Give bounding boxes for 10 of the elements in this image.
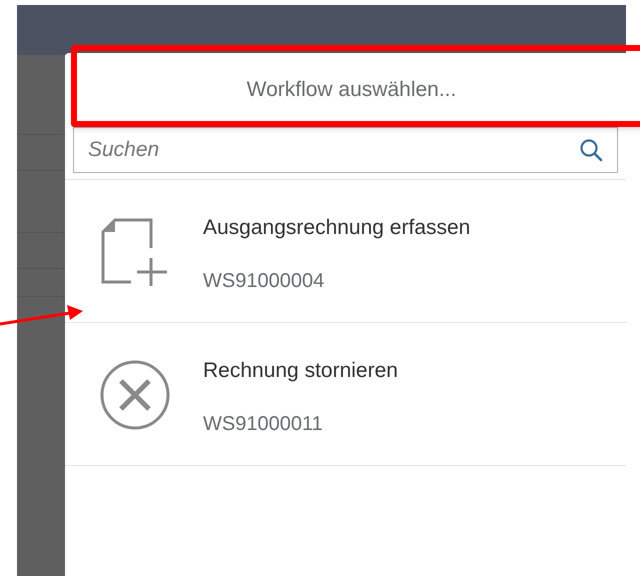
workflow-item[interactable]: Rechnung stornieren WS91000011 (65, 323, 626, 466)
search-icon[interactable] (578, 137, 604, 163)
cancel-icon (99, 359, 171, 431)
workflow-title: Ausgangsrechnung erfassen (203, 215, 470, 241)
workflow-title: Rechnung stornieren (203, 358, 398, 384)
dialog-title: Workflow auswählen... (246, 77, 456, 104)
workflow-item[interactable]: Ausgangsrechnung erfassen WS91000004 (65, 180, 626, 323)
workflow-id: WS91000004 (203, 268, 326, 294)
search-field[interactable]: Suchen (73, 127, 618, 173)
workflow-id: WS91000011 (203, 412, 324, 436)
